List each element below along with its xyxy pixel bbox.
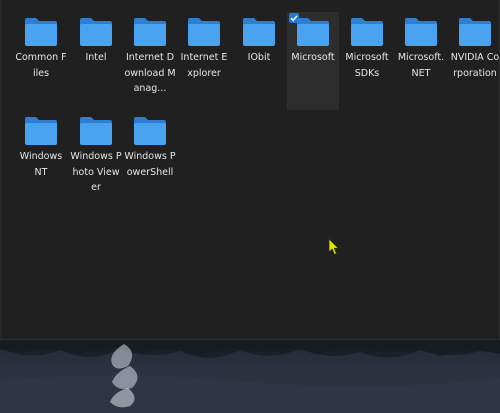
folder-item[interactable]: Internet Explorer xyxy=(178,12,230,110)
folder-icon xyxy=(186,17,222,47)
arrow-cursor-icon xyxy=(328,238,340,256)
folder-icon xyxy=(457,17,493,47)
folder-label: Microsoft SDKs xyxy=(345,52,389,79)
folder-label: Common Files xyxy=(15,52,67,79)
folder-label: Microsoft xyxy=(291,52,335,63)
folder-item[interactable]: Microsoft SDKs xyxy=(341,12,393,110)
folder-label: Internet Explorer xyxy=(180,52,228,79)
folder-item[interactable]: Internet Download Manag... xyxy=(124,12,176,110)
folder-icon xyxy=(241,17,277,47)
folder-icon xyxy=(295,17,331,47)
wallpaper-texture xyxy=(0,340,500,413)
folder-item[interactable]: Windows PowerShell xyxy=(124,111,176,209)
folder-item[interactable]: Intel xyxy=(70,12,122,110)
folder-icon xyxy=(78,116,114,146)
folder-label: IObit xyxy=(247,52,271,63)
folder-label: Windows PowerShell xyxy=(124,151,176,178)
folder-label: NVIDIA Corporation xyxy=(450,52,500,79)
wallpaper-swirl-logo xyxy=(110,344,138,408)
desktop-wallpaper xyxy=(0,340,500,413)
folder-item[interactable]: Common Files xyxy=(15,12,67,110)
file-explorer-content[interactable]: Common Files Intel Internet Download Man… xyxy=(0,0,500,340)
folder-icon xyxy=(23,17,59,47)
folder-icon xyxy=(132,116,168,146)
folder-icon xyxy=(132,17,168,47)
folder-label: Windows NT xyxy=(19,151,63,178)
folder-label: Windows Photo Viewer xyxy=(70,151,122,193)
folder-item[interactable]: Windows Photo Viewer xyxy=(70,111,122,209)
folder-icon xyxy=(23,116,59,146)
folder-item[interactable]: IObit xyxy=(233,12,285,110)
folder-label: Intel xyxy=(85,52,107,63)
folder-label: Internet Download Manag... xyxy=(124,52,176,94)
folder-item[interactable]: Microsoft.NET xyxy=(395,12,447,110)
folder-icon xyxy=(349,17,385,47)
folder-item-selected[interactable]: Microsoft xyxy=(287,12,339,110)
folder-item[interactable]: Windows NT xyxy=(15,111,67,209)
folder-label: Microsoft.NET xyxy=(397,52,445,79)
window-border xyxy=(0,0,2,340)
folder-icon xyxy=(78,17,114,47)
folder-item[interactable]: NVIDIA Corporation xyxy=(449,12,500,110)
screen: Common Files Intel Internet Download Man… xyxy=(0,0,500,413)
folder-icon xyxy=(403,17,439,47)
